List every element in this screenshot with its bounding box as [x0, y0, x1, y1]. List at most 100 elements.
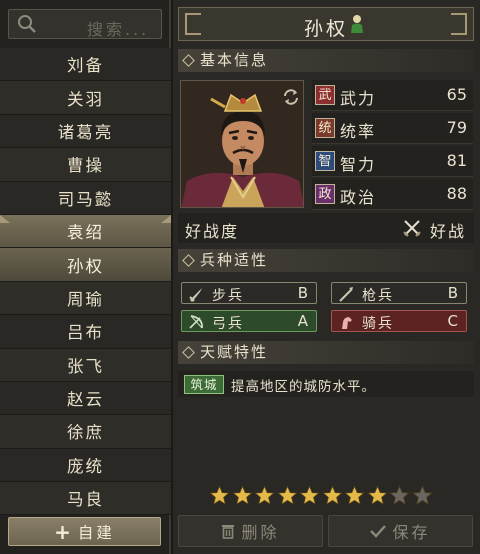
star-empty-icon[interactable] [389, 485, 410, 506]
stat-row: 统统率 79 [312, 113, 473, 144]
star-filled-icon[interactable] [299, 485, 320, 506]
selection-notch [0, 214, 10, 223]
search-icon [18, 15, 36, 33]
officer-list-item-label: 诸葛亮 [57, 122, 114, 142]
officer-list-item[interactable]: 庞统 [0, 448, 171, 483]
stat-row: 武武力 65 [312, 80, 473, 111]
officer-list-item[interactable]: 刘备 [0, 48, 171, 82]
person-icon [351, 15, 363, 33]
officer-list-item[interactable]: 曹操 [0, 148, 171, 182]
section-basic-info: 基本信息 [178, 49, 474, 72]
check-icon [370, 525, 387, 538]
stat-label: 智力 [340, 155, 377, 174]
talent-tag[interactable]: 筑城 [184, 375, 224, 394]
star-filled-icon[interactable] [231, 485, 253, 506]
officer-list-item-label: 马良 [67, 490, 104, 510]
officer-list-item[interactable]: 马良 [0, 482, 171, 516]
troop-name: 骑兵 [362, 316, 394, 332]
officer-list-item-label: 曹操 [67, 156, 104, 176]
title-bar: 孙权 [178, 7, 474, 41]
diamond-icon [182, 346, 195, 359]
troop-grade: B [447, 284, 458, 302]
star-empty-icon[interactable] [411, 485, 433, 506]
officer-list: 刘备关羽诸葛亮曹操司马懿袁绍孙权周瑜吕布张飞赵云徐庶庞统马良 [0, 48, 171, 516]
officer-list-item[interactable]: 赵云 [0, 381, 171, 416]
aggression-label: 好战度 [185, 222, 240, 241]
officer-list-item-label: 赵云 [67, 390, 104, 410]
stat-value: 65 [446, 85, 467, 104]
section-talent: 天赋特性 [178, 341, 474, 364]
trash-icon [222, 525, 235, 539]
search-box[interactable]: 搜索... [8, 9, 162, 39]
sword-icon [189, 288, 202, 302]
officer-list-item-label: 袁绍 [67, 223, 104, 243]
stat-row: 政政治 88 [312, 179, 473, 210]
spear-icon [339, 287, 353, 302]
officer-name-title: 孙权 [303, 18, 348, 40]
troop-name: 弓兵 [212, 316, 244, 332]
star-filled-icon[interactable] [276, 485, 298, 506]
talent-row: 筑城 提高地区的城防水平。 [178, 371, 474, 397]
diamond-icon [182, 254, 195, 267]
officer-list-item-label: 庞统 [67, 456, 104, 476]
star-filled-icon[interactable] [344, 485, 365, 506]
officer-list-panel: 搜索... 刘备关羽诸葛亮曹操司马懿袁绍孙权周瑜吕布张飞赵云徐庶庞统马良 + 自… [0, 0, 171, 554]
officer-list-item-label: 关羽 [67, 89, 104, 109]
officer-list-item-label: 刘备 [67, 56, 104, 76]
troop-aptitude-item: 步兵 B [181, 282, 317, 304]
star-filled-icon[interactable] [209, 485, 230, 506]
delete-button[interactable]: 删除 [178, 515, 323, 547]
troop-aptitude-item: 枪兵 B [331, 282, 467, 304]
stat-label: 武力 [340, 89, 377, 108]
bow-icon [189, 315, 203, 329]
section-basic-info-label: 基本信息 [200, 51, 269, 69]
create-officer-button[interactable]: + 自建 [8, 517, 161, 546]
stat-row: 智智力 81 [312, 146, 473, 177]
talent-description: 提高地区的城防水平。 [231, 379, 376, 395]
save-button[interactable]: 保存 [328, 515, 473, 547]
stat-value: 79 [446, 118, 467, 137]
star-filled-icon[interactable] [366, 485, 388, 506]
refresh-portrait-icon[interactable] [282, 88, 300, 106]
stat-badge: 智 [315, 151, 335, 171]
officer-list-item[interactable]: 诸葛亮 [0, 114, 171, 149]
officer-list-item[interactable]: 关羽 [0, 81, 171, 115]
troop-name: 步兵 [212, 288, 244, 304]
troop-aptitude-item: 弓兵 A [181, 310, 317, 332]
stat-value: 88 [446, 184, 467, 203]
star-rating [209, 485, 433, 507]
stat-badge: 政 [315, 184, 335, 204]
stat-badge: 武 [315, 85, 335, 105]
search-placeholder: 搜索... [87, 20, 150, 39]
plus-icon: + [54, 519, 74, 544]
crossed-swords-icon [403, 220, 421, 237]
create-label: 自建 [77, 523, 115, 542]
stat-value: 81 [446, 151, 467, 170]
officer-detail-panel: 孙权 基本信息 武 武力 65 统 统率 79 智 智力 81 政 政治 88 … [173, 0, 480, 554]
aggression-value: 好战 [429, 222, 466, 241]
officer-list-item-label: 司马懿 [57, 189, 114, 209]
delete-label: 删除 [241, 523, 280, 542]
troop-grade: B [297, 284, 308, 302]
officer-list-item-label: 孙权 [67, 256, 104, 276]
officer-list-item[interactable]: 周瑜 [0, 281, 171, 316]
troop-aptitude-item: 骑兵 C [331, 310, 467, 332]
officer-list-item-label: 吕布 [67, 323, 104, 343]
section-talent-label: 天赋特性 [200, 343, 269, 361]
section-troop-aptitude-label: 兵种适性 [200, 251, 269, 269]
officer-list-item[interactable]: 吕布 [0, 315, 171, 349]
officer-list-item[interactable]: 司马懿 [0, 181, 171, 215]
horse-icon [342, 317, 352, 329]
aggression-row: 好战度 好战 [178, 213, 474, 243]
stat-label: 政治 [340, 188, 377, 207]
diamond-icon [182, 54, 195, 67]
troop-grade: A [297, 312, 308, 330]
officer-list-item[interactable]: 徐庶 [0, 415, 171, 449]
troop-grade: C [447, 312, 458, 330]
officer-list-item[interactable]: 袁绍 [0, 214, 171, 249]
officer-list-item[interactable]: 张飞 [0, 348, 171, 382]
officer-list-item-label: 周瑜 [67, 289, 104, 309]
officer-list-item[interactable]: 孙权 [0, 248, 171, 282]
star-filled-icon[interactable] [321, 485, 343, 506]
star-filled-icon[interactable] [254, 485, 275, 506]
